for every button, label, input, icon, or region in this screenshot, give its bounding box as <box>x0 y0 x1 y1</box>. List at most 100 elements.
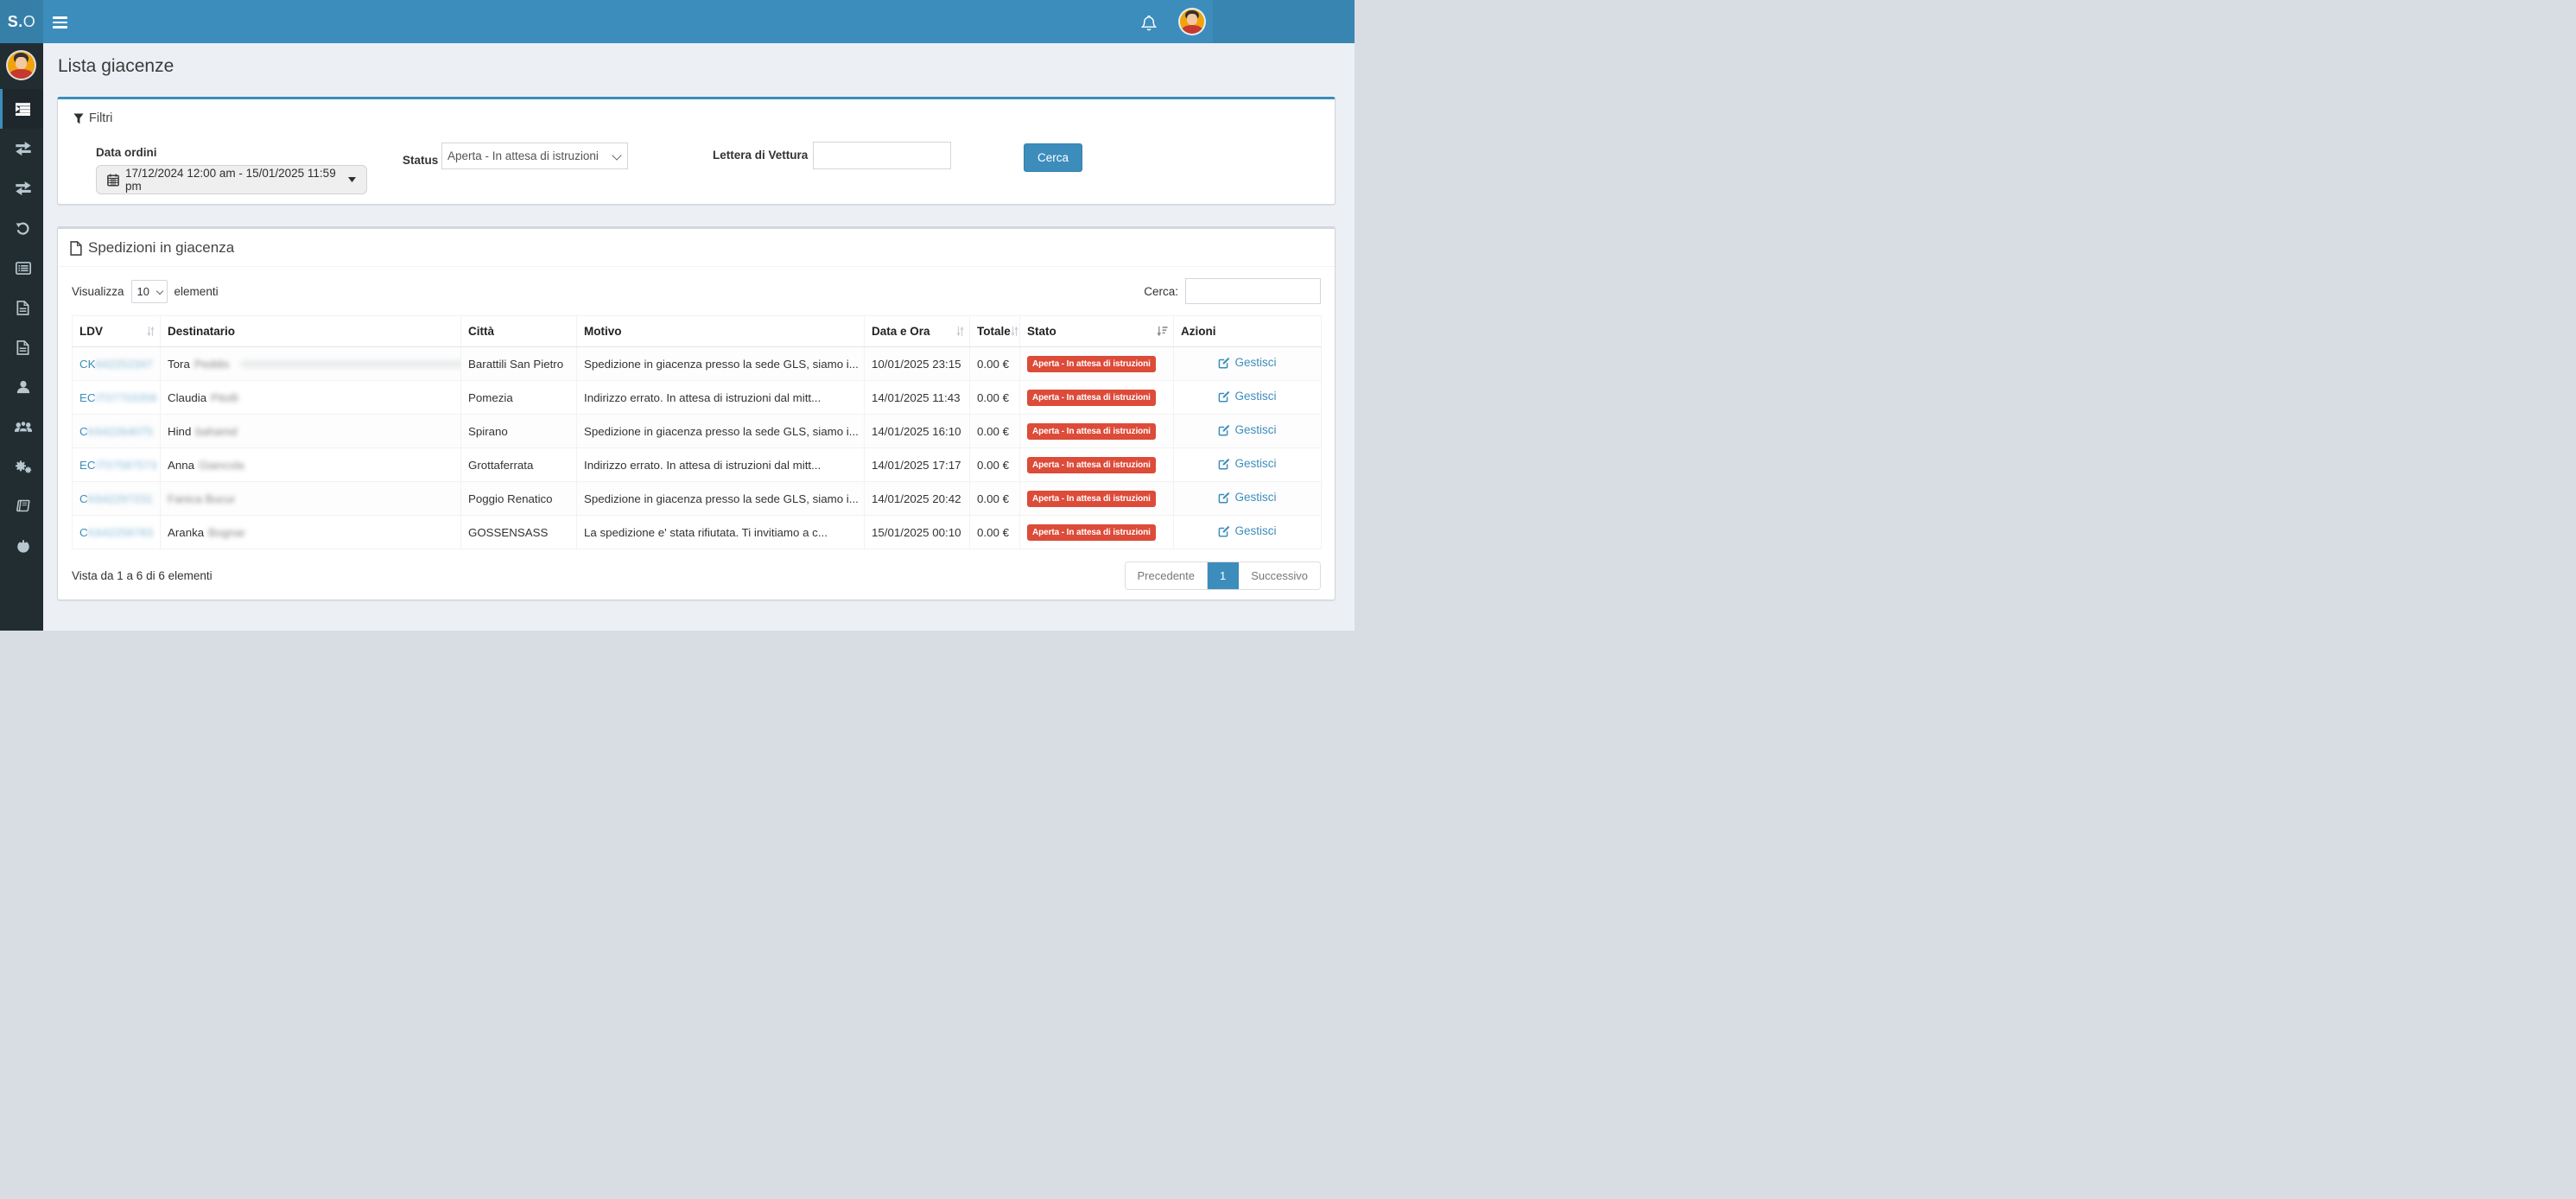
ldv-link[interactable]: CK642258783 <box>79 526 153 539</box>
table-row: CK642258783 Aranka Bognar GOSSENSASS La s… <box>73 516 1322 549</box>
sidebar-item-giacenze[interactable] <box>0 89 43 129</box>
pagination-next[interactable]: Successivo <box>1239 562 1320 589</box>
status-select[interactable]: Aperta - In attesa di istruzioni <box>441 143 628 169</box>
recipient-name-redacted: Bognar <box>208 526 245 539</box>
manage-link[interactable]: Gestisci <box>1218 356 1276 369</box>
date-range-value: 17/12/2024 12:00 am - 15/01/2025 11:59 p… <box>125 167 340 193</box>
reason-cell: Indirizzo errato. In attesa di istruzion… <box>577 448 865 482</box>
sidebar-item-book[interactable] <box>0 486 43 526</box>
city-cell: Barattili San Pietro <box>461 347 577 381</box>
recipient-name: Claudia <box>168 391 206 404</box>
exchange-icon <box>16 142 31 155</box>
page-length-select[interactable]: 10 <box>131 280 168 303</box>
total-cell: 0.00 € <box>970 482 1020 516</box>
manage-link[interactable]: Gestisci <box>1218 390 1276 403</box>
edit-icon <box>1218 390 1230 403</box>
reason-cell: Spedizione in giacenza presso la sede GL… <box>577 482 865 516</box>
edit-icon <box>1218 525 1230 537</box>
sidebar-user-avatar[interactable] <box>8 52 35 79</box>
bell-icon <box>1141 15 1157 31</box>
search-button[interactable]: Cerca <box>1024 143 1082 172</box>
status-badge: Aperta - In attesa di istruzioni <box>1027 356 1156 372</box>
ldv-link[interactable]: ECIT07587573 <box>79 459 156 472</box>
status-badge: Aperta - In attesa di istruzioni <box>1027 390 1156 406</box>
sidebar-item-document-2[interactable] <box>0 327 43 367</box>
shipments-table: LDV Destinatario Città Motivo Data e Ora <box>72 315 1322 549</box>
ldv-link[interactable]: CK642264075 <box>79 425 153 438</box>
column-header-stato[interactable]: Stato <box>1020 316 1174 347</box>
recipient-name: Tora <box>168 358 190 371</box>
status-badge: Aperta - In attesa di istruzioni <box>1027 524 1156 541</box>
table-footer: Vista da 1 a 6 di 6 elementi Precedente … <box>58 549 1335 590</box>
recipient-name-redacted: bahamd <box>195 425 237 438</box>
column-header-motivo[interactable]: Motivo <box>577 316 865 347</box>
table-row: ECIT07703358 ClaudiaPitolli Pomezia Indi… <box>73 381 1322 415</box>
datetime-cell: 14/01/2025 16:10 <box>865 415 970 448</box>
page-length-control: Visualizza 10 elementi <box>72 280 219 303</box>
pagination-previous[interactable]: Precedente <box>1126 562 1209 589</box>
recipient-name-redacted: Giancola <box>199 459 244 472</box>
calendar-icon <box>107 174 119 187</box>
sidebar-item-exchange-2[interactable] <box>0 168 43 208</box>
ldv-link[interactable]: CK642252347 <box>79 358 153 371</box>
datetime-cell: 14/01/2025 20:42 <box>865 482 970 516</box>
caret-down-icon <box>348 177 356 182</box>
status-label: Status <box>403 154 438 167</box>
table-row: CK642297231 Fanica Bucur Poggio Renatico… <box>73 482 1322 516</box>
page-length-label-after: elementi <box>174 285 219 298</box>
file-icon <box>16 301 29 315</box>
sidebar <box>0 43 43 631</box>
sidebar-item-list-alt[interactable] <box>0 248 43 288</box>
total-cell: 0.00 € <box>970 415 1020 448</box>
document-icon <box>70 241 82 256</box>
status-badge: Aperta - In attesa di istruzioni <box>1027 423 1156 440</box>
reason-cell: La spedizione e' stata rifiutata. Ti inv… <box>577 516 865 549</box>
date-range-picker[interactable]: 17/12/2024 12:00 am - 15/01/2025 11:59 p… <box>96 165 367 194</box>
table-summary: Vista da 1 a 6 di 6 elementi <box>72 569 213 582</box>
tasks-list-icon <box>16 103 30 116</box>
table-search-input[interactable] <box>1185 278 1321 304</box>
waybill-label: Lettera di Vettura <box>713 149 808 162</box>
total-cell: 0.00 € <box>970 516 1020 549</box>
sidebar-item-exchange-1[interactable] <box>0 129 43 168</box>
recipient-name: Aranka <box>168 526 204 539</box>
recipient-name: Anna <box>168 459 194 472</box>
column-header-totale[interactable]: Totale <box>970 316 1020 347</box>
ldv-link[interactable]: CK642297231 <box>79 492 153 505</box>
column-header-citta[interactable]: Città <box>461 316 577 347</box>
user-icon <box>16 380 30 394</box>
ldv-link[interactable]: ECIT07703358 <box>79 391 156 404</box>
sidebar-toggle-button[interactable] <box>53 13 77 32</box>
app-logo[interactable]: S.O <box>0 0 43 43</box>
funnel-icon <box>73 113 84 124</box>
column-header-ldv[interactable]: LDV <box>73 316 161 347</box>
waybill-input[interactable] <box>813 142 951 169</box>
manage-link[interactable]: Gestisci <box>1218 423 1276 436</box>
sort-icon <box>147 326 155 337</box>
pagination-page-1[interactable]: 1 <box>1208 562 1239 589</box>
column-header-data-ora[interactable]: Data e Ora <box>865 316 970 347</box>
city-cell: Poggio Renatico <box>461 482 577 516</box>
sort-desc-icon <box>1157 326 1168 337</box>
notifications-button[interactable] <box>1138 11 1160 34</box>
sidebar-item-document-1[interactable] <box>0 288 43 327</box>
sidebar-item-settings[interactable] <box>0 447 43 486</box>
sidebar-item-undo[interactable] <box>0 208 43 248</box>
user-avatar[interactable] <box>1180 10 1204 34</box>
sidebar-item-logout[interactable] <box>0 526 43 566</box>
logo-text-light: O <box>23 13 36 31</box>
sidebar-item-user[interactable] <box>0 367 43 407</box>
table-search-label: Cerca: <box>1144 285 1178 298</box>
datetime-cell: 14/01/2025 11:43 <box>865 381 970 415</box>
column-header-destinatario[interactable]: Destinatario <box>161 316 461 347</box>
sidebar-item-users[interactable] <box>0 407 43 447</box>
city-cell: GOSSENSASS <box>461 516 577 549</box>
column-header-azioni: Azioni <box>1174 316 1322 347</box>
manage-link[interactable]: Gestisci <box>1218 457 1276 470</box>
sidebar-menu <box>0 89 43 566</box>
reason-cell: Spedizione in giacenza presso la sede GL… <box>577 415 865 448</box>
datetime-cell: 15/01/2025 00:10 <box>865 516 970 549</box>
manage-link[interactable]: Gestisci <box>1218 491 1276 504</box>
manage-link[interactable]: Gestisci <box>1218 524 1276 537</box>
recipient-name: Hind <box>168 425 191 438</box>
